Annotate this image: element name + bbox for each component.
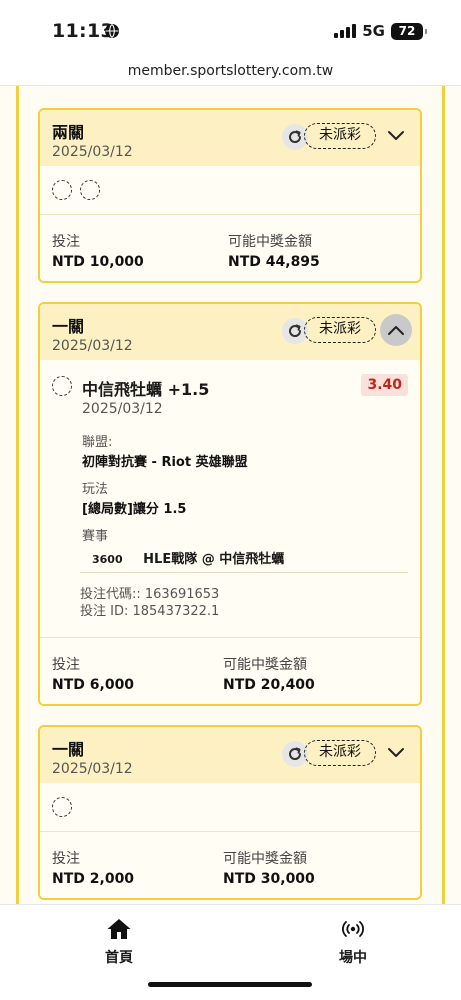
selection-date: 2025/03/12 — [82, 401, 163, 417]
league-label: 聯盟: — [82, 435, 113, 450]
expand-button[interactable] — [380, 120, 412, 152]
selection-name: 中信飛牡蠣 +1.5 — [82, 380, 210, 399]
bet-card-header[interactable]: 一關 2025/03/12 未派彩 — [40, 727, 420, 783]
play-label: 玩法 — [82, 482, 109, 497]
right-rail — [442, 86, 445, 904]
status-badge: 未派彩 — [304, 317, 376, 343]
collapse-button[interactable] — [380, 314, 412, 346]
stake-row: 投注 NTD 2,000 可能中獎金額 NTD 30,000 — [40, 832, 420, 898]
nav-live[interactable]: 場中 — [313, 917, 393, 967]
status-badge: 未派彩 — [304, 740, 376, 766]
match-id: 3600 — [92, 553, 123, 566]
bet-card[interactable]: 一關 2025/03/12 未派彩 投注 NTD 2,000 可能中獎金額 NT… — [38, 725, 422, 900]
stake-value: NTD 10,000 — [52, 254, 144, 270]
bet-card[interactable]: 一關 2025/03/12 未派彩 中信飛牡蠣 +1.5 2025/03/12 … — [38, 302, 422, 706]
potential-win-label: 可能中獎金額 — [223, 851, 307, 867]
stake-label: 投注 — [52, 851, 80, 867]
url-bar[interactable]: member.sportslottery.com.tw — [0, 58, 461, 86]
bet-code: 投注代碼:: 163691653 — [80, 587, 220, 602]
stake-value: NTD 2,000 — [52, 871, 135, 887]
match-line: 3600 HLE戰隊 @ 中信飛牡蠣 — [92, 548, 408, 567]
live-broadcast-icon — [342, 921, 364, 937]
stake-label: 投注 — [52, 657, 80, 673]
globe-icon — [105, 24, 119, 38]
potential-win-value: NTD 30,000 — [223, 871, 315, 887]
pending-icon — [52, 376, 72, 396]
potential-win-label: 可能中獎金額 — [223, 657, 307, 673]
pending-icon — [52, 797, 72, 817]
bet-list[interactable]: 兩關 2025/03/12 未派彩 投注 NTD 10,000 可能中獎金額 N… — [0, 86, 461, 904]
event-label: 賽事 — [82, 529, 109, 544]
status-bar: 11:13 5G 72 — [0, 0, 461, 58]
stake-row: 投注 NTD 10,000 可能中獎金額 NTD 44,895 — [40, 215, 420, 281]
expand-button[interactable] — [380, 737, 412, 769]
potential-win-label: 可能中獎金額 — [228, 234, 312, 250]
home-indicator — [148, 982, 312, 987]
odds-badge: 3.40 — [361, 374, 408, 396]
stake-row: 投注 NTD 6,000 可能中獎金額 NTD 20,400 — [40, 638, 420, 704]
match-name: HLE戰隊 @ 中信飛牡蠣 — [143, 552, 285, 567]
stake-value: NTD 6,000 — [52, 677, 135, 693]
left-rail — [16, 86, 19, 904]
bet-card[interactable]: 兩關 2025/03/12 未派彩 投注 NTD 10,000 可能中獎金額 N… — [38, 108, 422, 283]
chevron-up-icon — [388, 326, 404, 335]
nav-home[interactable]: 首頁 — [79, 917, 159, 967]
selection-indicators — [40, 783, 420, 832]
pending-icon — [52, 180, 72, 200]
bet-card-header[interactable]: 兩關 2025/03/12 未派彩 — [40, 110, 420, 166]
bet-id: 投注 ID: 185437322.1 — [80, 604, 220, 619]
chevron-down-icon — [388, 131, 404, 140]
battery-level: 72 — [398, 24, 416, 38]
signal-icon — [334, 24, 357, 38]
potential-win-value: NTD 44,895 — [228, 254, 320, 270]
stake-label: 投注 — [52, 234, 80, 250]
pending-icon — [80, 180, 100, 200]
play-value: [總局數]讓分 1.5 — [82, 502, 187, 517]
bet-codes: 投注代碼:: 163691653 投注 ID: 185437322.1 — [80, 586, 219, 620]
potential-win-value: NTD 20,400 — [223, 677, 315, 693]
chevron-down-icon — [388, 748, 404, 757]
nav-live-label: 場中 — [339, 950, 367, 966]
bet-card-header[interactable]: 一關 2025/03/12 未派彩 — [40, 304, 420, 360]
selection-detail: 中信飛牡蠣 +1.5 2025/03/12 3.40 聯盟: 初陣對抗賽 - R… — [40, 360, 420, 638]
divider — [80, 572, 408, 573]
league-value: 初陣對抗賽 - Riot 英雄聯盟 — [82, 455, 248, 470]
status-badge: 未派彩 — [304, 123, 376, 149]
network-label: 5G — [362, 22, 385, 40]
home-icon — [107, 919, 131, 939]
battery-icon: 72 — [391, 22, 427, 40]
nav-home-label: 首頁 — [105, 950, 133, 966]
selection-indicators — [40, 166, 420, 215]
